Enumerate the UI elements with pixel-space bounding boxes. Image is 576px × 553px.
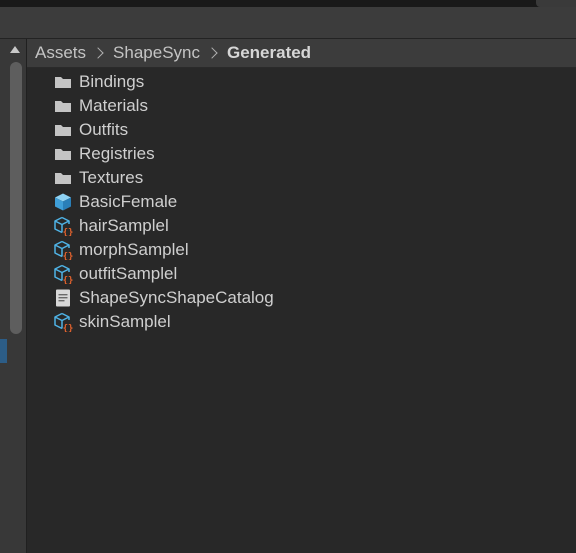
asset-label: Bindings (79, 72, 145, 91)
folder-icon (55, 101, 71, 112)
breadcrumb: Assets ShapeSync Generated (27, 39, 576, 68)
asset-label: morphSamplel (79, 240, 189, 259)
asset-label: Materials (79, 96, 148, 115)
asset-item-bindings[interactable]: Bindings (27, 70, 576, 94)
asset-item-outfitsamplel[interactable]: {} outfitSamplel (27, 262, 576, 286)
asset-item-registries[interactable]: Registries (27, 142, 576, 166)
chevron-right-icon (92, 47, 104, 59)
svg-text:{}: {} (63, 228, 73, 236)
svg-text:{}: {} (63, 324, 73, 332)
folder-icon (55, 173, 71, 184)
asset-label: skinSamplel (79, 312, 171, 331)
svg-text:{}: {} (63, 276, 73, 284)
asset-label: outfitSamplel (79, 264, 178, 283)
vertical-scrollbar[interactable] (10, 62, 22, 334)
asset-list: Bindings Materials Outfits Registries Te… (27, 70, 576, 334)
asset-item-basicfemale[interactable]: BasicFemale (27, 190, 576, 214)
asset-item-shapesyncshapecatalog[interactable]: ShapeSyncShapeCatalog (27, 286, 576, 310)
prefab-script-icon: {} (54, 264, 73, 284)
asset-item-morphsamplel[interactable]: {} morphSamplel (27, 238, 576, 262)
asset-label: Textures (79, 168, 144, 187)
asset-item-outfits[interactable]: Outfits (27, 118, 576, 142)
breadcrumb-item-generated[interactable]: Generated (227, 43, 311, 63)
scroll-up-arrow-icon[interactable] (10, 46, 20, 53)
asset-label: BasicFemale (79, 192, 178, 211)
folder-icon (55, 125, 71, 136)
prefab-script-icon: {} (54, 240, 73, 260)
asset-label: Outfits (79, 120, 129, 139)
prefab-script-icon: {} (54, 312, 73, 332)
project-toolbar (0, 7, 576, 39)
breadcrumb-item-shapesync[interactable]: ShapeSync (113, 43, 200, 63)
asset-item-materials[interactable]: Materials (27, 94, 576, 118)
folder-icon (55, 149, 71, 160)
asset-label: hairSamplel (79, 216, 169, 235)
svg-text:{}: {} (63, 252, 73, 260)
prefab-cube-icon (55, 193, 71, 211)
window-corner (536, 0, 576, 7)
tree-selection-indicator (0, 339, 7, 363)
folder-icon (55, 77, 71, 88)
breadcrumb-item-assets[interactable]: Assets (35, 43, 86, 63)
asset-item-skinsamplel[interactable]: {} skinSamplel (27, 310, 576, 334)
window-top-strip (0, 0, 576, 7)
chevron-right-icon (206, 47, 218, 59)
asset-item-textures[interactable]: Textures (27, 166, 576, 190)
asset-label: ShapeSyncShapeCatalog (79, 288, 274, 307)
asset-item-hairsamplel[interactable]: {} hairSamplel (27, 214, 576, 238)
document-icon (56, 289, 70, 307)
asset-label: Registries (79, 144, 155, 163)
prefab-script-icon: {} (54, 216, 73, 236)
